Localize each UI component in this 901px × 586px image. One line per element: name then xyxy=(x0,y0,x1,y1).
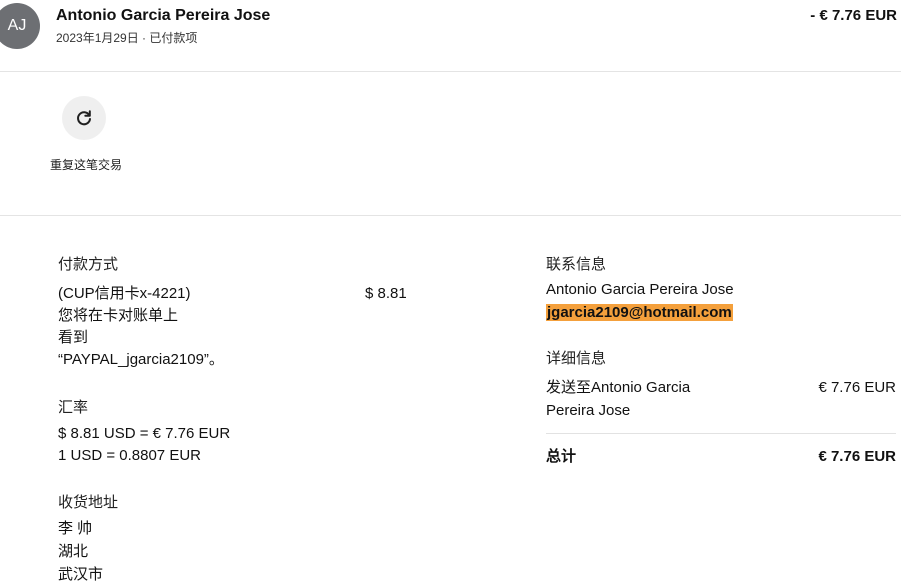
repeat-transaction-button[interactable] xyxy=(62,96,106,140)
payment-method-amount: $ 8.81 xyxy=(365,285,407,302)
contact-info-title: 联系信息 xyxy=(546,256,607,273)
payment-method-title: 付款方式 xyxy=(58,256,119,273)
shipping-address-title: 收货地址 xyxy=(58,494,119,511)
statement-note-line1: 您将在卡对账单上 xyxy=(58,307,179,324)
total-divider xyxy=(546,433,896,434)
exchange-rate-title: 汇率 xyxy=(58,399,89,416)
counterparty-name: Antonio Garcia Pereira Jose xyxy=(56,7,271,24)
total-amount: € 7.76 EUR xyxy=(818,448,896,465)
avatar: AJ xyxy=(0,3,40,49)
repeat-transaction-label[interactable]: 重复这笔交易 xyxy=(48,157,124,174)
avatar-initials: AJ xyxy=(7,17,27,34)
shipping-address-line1: 李 帅 xyxy=(58,520,93,537)
shipping-address-line2: 湖北 xyxy=(58,543,89,560)
exchange-rate-line2: 1 USD = 0.8807 EUR xyxy=(58,447,201,464)
contact-email[interactable]: jgarcia2109@hotmail.com xyxy=(546,304,733,321)
contact-name: Antonio Garcia Pereira Jose xyxy=(546,281,734,298)
transaction-amount: - € 7.76 EUR xyxy=(810,7,897,24)
refresh-icon xyxy=(77,110,91,126)
actions-divider xyxy=(0,215,901,216)
transaction-date-status: 2023年1月29日 · 已付款项 xyxy=(56,31,198,45)
shipping-address-line3: 武汉市 xyxy=(58,566,104,583)
total-label: 总计 xyxy=(546,448,577,465)
header-divider xyxy=(0,71,901,72)
payment-method-card: (CUP信用卡x-4221) xyxy=(58,285,191,302)
statement-note-line2: 看到 xyxy=(58,329,89,346)
sent-amount: € 7.76 EUR xyxy=(818,379,896,396)
exchange-rate-line1: $ 8.81 USD = € 7.76 EUR xyxy=(58,425,231,442)
statement-note-line3: “PAYPAL_jgarcia2109”。 xyxy=(58,351,224,368)
details-title: 详细信息 xyxy=(546,350,607,367)
sent-to-line1: 发送至Antonio Garcia xyxy=(546,379,691,396)
sent-to-line2: Pereira Jose xyxy=(546,402,631,419)
